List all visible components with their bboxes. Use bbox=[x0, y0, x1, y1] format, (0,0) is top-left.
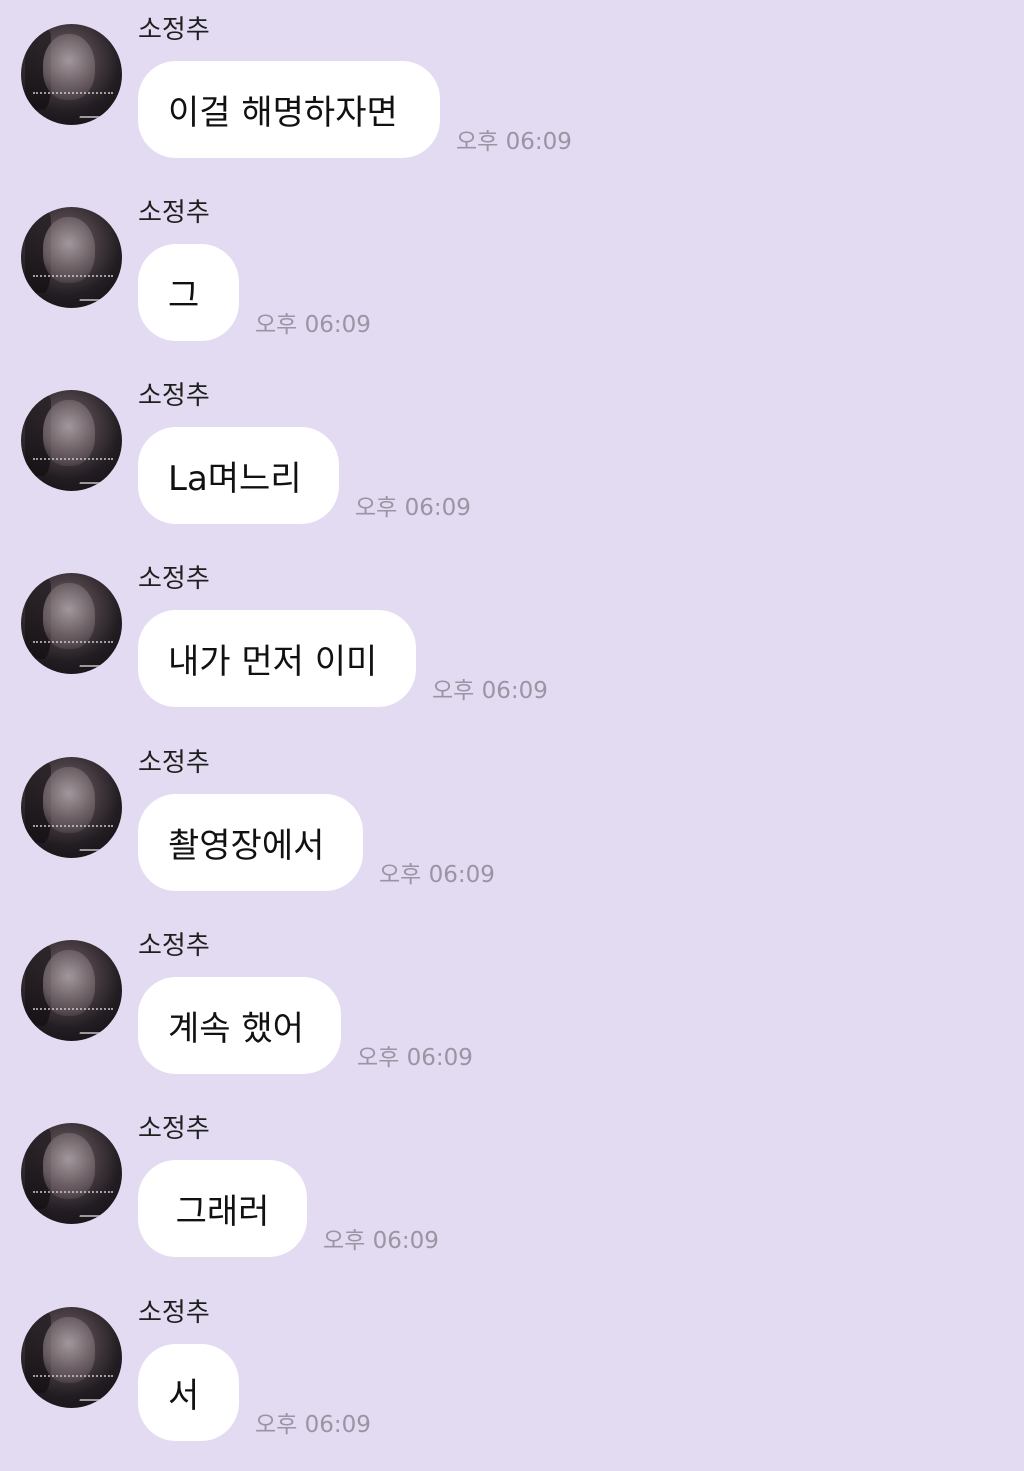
chat-message: 소정추 그 오후 06:09 bbox=[0, 183, 1024, 366]
sender-avatar[interactable] bbox=[21, 1123, 122, 1224]
sender-name: 소정추 bbox=[138, 15, 210, 45]
avatar-photo-face bbox=[43, 1133, 95, 1199]
avatar-photo-caption-mark bbox=[33, 825, 113, 830]
avatar-photo-signature-mark bbox=[79, 106, 107, 118]
sender-avatar[interactable] bbox=[21, 757, 122, 858]
avatar-photo-face bbox=[43, 34, 95, 100]
message-bubble[interactable]: 내가 먼저 이미 bbox=[138, 610, 416, 707]
sender-name: 소정추 bbox=[138, 1298, 210, 1328]
message-bubble[interactable]: 그 bbox=[138, 244, 239, 341]
avatar-photo-face bbox=[43, 583, 95, 649]
avatar-photo-signature-mark bbox=[79, 1389, 107, 1401]
message-timestamp: 오후 06:09 bbox=[456, 129, 572, 155]
avatar-photo-face bbox=[43, 767, 95, 833]
chat-message: 소정추 La며느리 오후 06:09 bbox=[0, 366, 1024, 549]
message-bubble[interactable]: 이걸 해명하자면 bbox=[138, 61, 440, 158]
message-timestamp: 오후 06:09 bbox=[323, 1228, 439, 1254]
message-timestamp: 오후 06:09 bbox=[355, 495, 471, 521]
avatar-photo-signature-mark bbox=[79, 1205, 107, 1217]
message-timestamp: 오후 06:09 bbox=[357, 1045, 473, 1071]
avatar-photo-caption-mark bbox=[33, 641, 113, 646]
avatar-photo-caption-mark bbox=[33, 1375, 113, 1380]
chat-message: 소정추 서 오후 06:09 bbox=[0, 1283, 1024, 1466]
chat-message: 소정추 내가 먼저 이미 오후 06:09 bbox=[0, 549, 1024, 732]
avatar-photo-signature-mark bbox=[79, 839, 107, 851]
chat-message: 소정추 계속 했어 오후 06:09 bbox=[0, 916, 1024, 1099]
avatar-photo-face bbox=[43, 950, 95, 1016]
avatar-photo-caption-mark bbox=[33, 1191, 113, 1196]
avatar-photo-signature-mark bbox=[79, 655, 107, 667]
avatar-photo-signature-mark bbox=[79, 472, 107, 484]
message-bubble[interactable]: 촬영장에서 bbox=[138, 794, 363, 891]
message-bubble[interactable]: 계속 했어 bbox=[138, 977, 341, 1074]
sender-avatar[interactable] bbox=[21, 207, 122, 308]
sender-avatar[interactable] bbox=[21, 24, 122, 125]
avatar-photo-caption-mark bbox=[33, 1008, 113, 1013]
avatar-photo-signature-mark bbox=[79, 1022, 107, 1034]
sender-avatar[interactable] bbox=[21, 1307, 122, 1408]
message-timestamp: 오후 06:09 bbox=[379, 862, 495, 888]
avatar-photo-signature-mark bbox=[79, 289, 107, 301]
sender-name: 소정추 bbox=[138, 748, 210, 778]
message-bubble[interactable]: La며느리 bbox=[138, 427, 339, 524]
chat-message-list[interactable]: 소정추 이걸 해명하자면 오후 06:09 소정추 그 오후 06:09 소정추… bbox=[0, 0, 1024, 1471]
message-timestamp: 오후 06:09 bbox=[255, 1412, 371, 1438]
sender-avatar[interactable] bbox=[21, 940, 122, 1041]
sender-name: 소정추 bbox=[138, 198, 210, 228]
message-bubble[interactable]: 서 bbox=[138, 1344, 239, 1441]
sender-name: 소정추 bbox=[138, 931, 210, 961]
avatar-photo-face bbox=[43, 1317, 95, 1383]
chat-message: 소정추 그래러 오후 06:09 bbox=[0, 1099, 1024, 1282]
message-timestamp: 오후 06:09 bbox=[255, 312, 371, 338]
sender-name: 소정추 bbox=[138, 1114, 210, 1144]
avatar-photo-caption-mark bbox=[33, 92, 113, 97]
sender-avatar[interactable] bbox=[21, 390, 122, 491]
avatar-photo-caption-mark bbox=[33, 275, 113, 280]
avatar-photo-caption-mark bbox=[33, 458, 113, 463]
sender-avatar[interactable] bbox=[21, 573, 122, 674]
chat-message: 소정추 촬영장에서 오후 06:09 bbox=[0, 733, 1024, 916]
sender-name: 소정추 bbox=[138, 381, 210, 411]
message-timestamp: 오후 06:09 bbox=[432, 678, 548, 704]
avatar-photo-face bbox=[43, 217, 95, 283]
sender-name: 소정추 bbox=[138, 564, 210, 594]
message-bubble[interactable]: 그래러 bbox=[138, 1160, 307, 1257]
chat-message: 소정추 이걸 해명하자면 오후 06:09 bbox=[0, 0, 1024, 183]
avatar-photo-face bbox=[43, 400, 95, 466]
